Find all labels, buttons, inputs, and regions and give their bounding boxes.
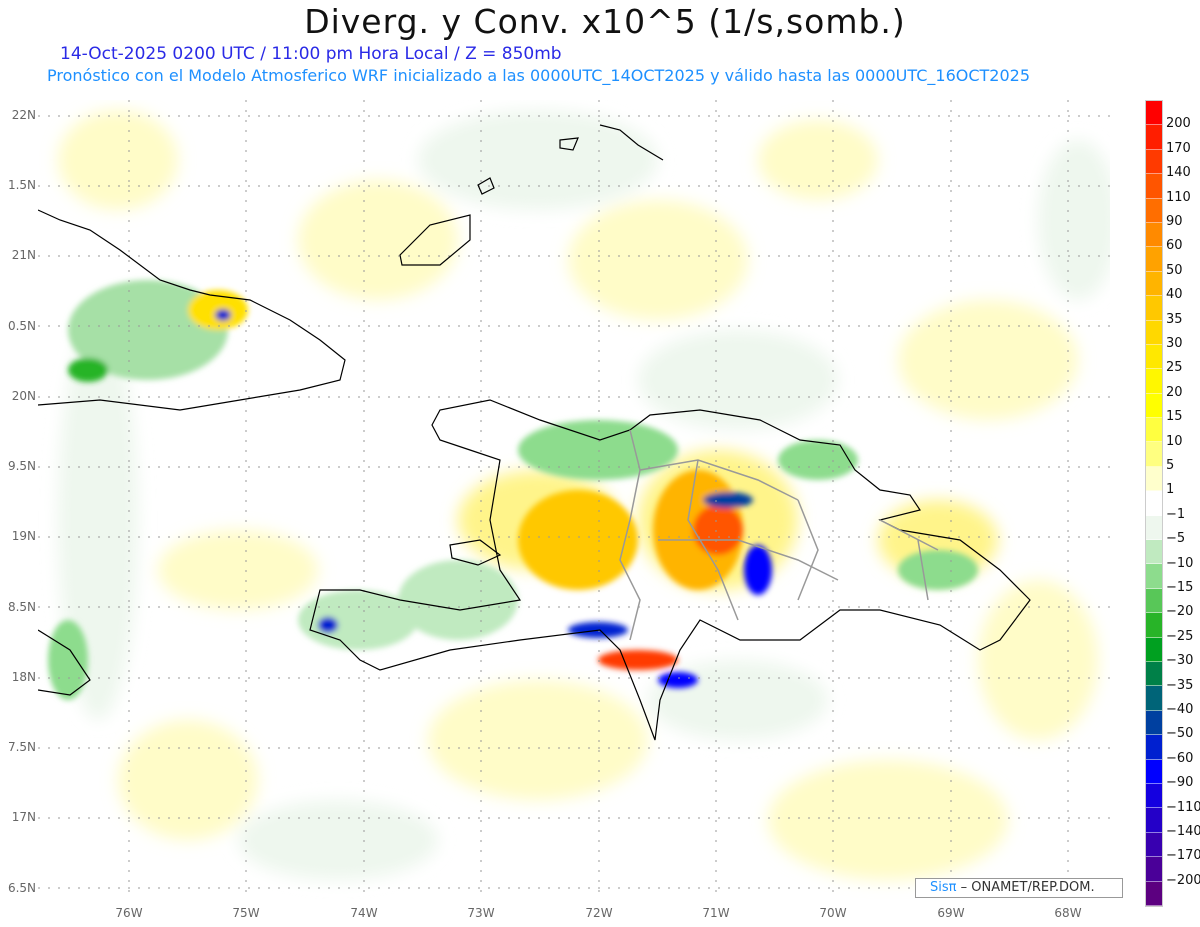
colorbar-label: 170 — [1166, 140, 1191, 156]
colorbar-label: −1 — [1166, 506, 1186, 522]
colorbar-swatch — [1146, 515, 1162, 541]
colorbar-label: −90 — [1166, 775, 1194, 791]
sispi-logo: Sisπ — [930, 880, 957, 895]
colorbar-swatch — [1146, 588, 1162, 614]
colorbar-label: −35 — [1166, 677, 1194, 693]
colorbar-label: −60 — [1166, 750, 1194, 766]
colorbar-swatch — [1146, 247, 1162, 272]
lon-label: 73W — [467, 906, 495, 920]
colorbar-swatch — [1146, 710, 1162, 736]
valid-time-subtitle: 14-Oct-2025 0200 UTC / 11:00 pm Hora Loc… — [60, 44, 562, 64]
colorbar-label: 15 — [1166, 409, 1183, 425]
colorbar-label: −50 — [1166, 726, 1194, 742]
colorbar-swatch — [1146, 174, 1162, 199]
colorbar-label: 20 — [1166, 384, 1183, 400]
colorbar-swatch — [1146, 881, 1162, 906]
colorbar-swatch — [1146, 735, 1162, 760]
lat-label: 18N — [11, 670, 36, 684]
lon-label: 75W — [232, 906, 260, 920]
colorbar-swatch — [1146, 125, 1162, 150]
lat-label: 0.5N — [7, 319, 36, 333]
colorbar-swatch — [1146, 832, 1162, 858]
colorbar-label: 110 — [1166, 189, 1191, 205]
colorbar — [1145, 100, 1163, 907]
lon-label: 74W — [350, 906, 378, 920]
divergence-map — [38, 100, 1110, 900]
colorbar-label: 40 — [1166, 287, 1183, 303]
colorbar-label: 30 — [1166, 336, 1183, 351]
colorbar-swatch — [1146, 759, 1162, 784]
colorbar-label: 25 — [1166, 360, 1183, 376]
colorbar-swatch — [1146, 857, 1162, 882]
colorbar-label: 5 — [1166, 458, 1175, 473]
colorbar-swatch — [1146, 296, 1162, 321]
colorbar-label: 35 — [1166, 311, 1183, 327]
colorbar-swatch — [1146, 271, 1162, 297]
colorbar-label: 140 — [1166, 165, 1191, 181]
lon-label: 70W — [819, 906, 847, 920]
lon-label: 76W — [115, 906, 143, 920]
colorbar-label: 10 — [1166, 433, 1183, 449]
lon-label: 72W — [585, 906, 613, 920]
colorbar-label: −30 — [1166, 653, 1194, 669]
colorbar-label: −170 — [1166, 848, 1200, 864]
colorbar-swatch — [1146, 101, 1162, 126]
lat-label: 19N — [11, 529, 36, 543]
colorbar-swatch — [1146, 418, 1162, 443]
colorbar-swatch — [1146, 491, 1162, 516]
colorbar-label: −40 — [1166, 702, 1194, 717]
colorbar-label: −5 — [1166, 531, 1186, 547]
colorbar-label: −15 — [1166, 580, 1194, 595]
model-info-subtitle: Pronóstico con el Modelo Atmosferico WRF… — [47, 66, 1031, 85]
colorbar-swatch — [1146, 808, 1162, 833]
colorbar-swatch — [1146, 661, 1162, 687]
chart-title: Diverg. y Conv. x10^5 (1/s,somb.) — [304, 2, 906, 41]
credit-org: – ONAMET/REP.DOM. — [956, 880, 1095, 895]
colorbar-swatch — [1146, 686, 1162, 711]
colorbar-swatch — [1146, 149, 1162, 175]
colorbar-label: −200 — [1166, 872, 1200, 888]
colorbar-swatch — [1146, 320, 1162, 345]
colorbar-swatch — [1146, 442, 1162, 467]
colorbar-label: −140 — [1166, 824, 1200, 839]
lat-label: 22N — [11, 108, 36, 122]
colorbar-swatch — [1146, 613, 1162, 638]
colorbar-label: −25 — [1166, 628, 1194, 644]
colorbar-label: −110 — [1166, 799, 1200, 815]
colorbar-label: 60 — [1166, 238, 1183, 254]
lat-label: 9.5N — [7, 459, 36, 473]
lat-label: 6.5N — [7, 881, 36, 895]
lat-label: 20N — [11, 389, 36, 403]
colorbar-swatch — [1146, 637, 1162, 662]
colorbar-label: 1 — [1166, 482, 1175, 498]
lat-label: 21N — [11, 248, 36, 262]
colorbar-swatch — [1146, 564, 1162, 589]
colorbar-swatch — [1146, 222, 1162, 248]
colorbar-swatch — [1146, 198, 1162, 223]
colorbar-swatch — [1146, 369, 1162, 394]
lat-label: 7.5N — [7, 740, 36, 754]
colorbar-swatch — [1146, 783, 1162, 809]
credit-box: Sisπ – ONAMET/REP.DOM. — [915, 878, 1123, 898]
colorbar-swatch — [1146, 393, 1162, 419]
lat-label: 1.5N — [7, 178, 36, 192]
colorbar-label: 90 — [1166, 214, 1183, 229]
colorbar-label: 50 — [1166, 262, 1183, 278]
lat-label: 17N — [11, 810, 36, 824]
colorbar-label: 200 — [1166, 116, 1191, 132]
colorbar-label: −10 — [1166, 555, 1194, 571]
lon-label: 68W — [1054, 906, 1082, 920]
lon-label: 69W — [937, 906, 965, 920]
colorbar-swatch — [1146, 344, 1162, 370]
colorbar-label: −20 — [1166, 604, 1194, 620]
colorbar-swatch — [1146, 466, 1162, 492]
colorbar-swatch — [1146, 540, 1162, 565]
lat-label: 8.5N — [7, 600, 36, 614]
lon-label: 71W — [702, 906, 730, 920]
